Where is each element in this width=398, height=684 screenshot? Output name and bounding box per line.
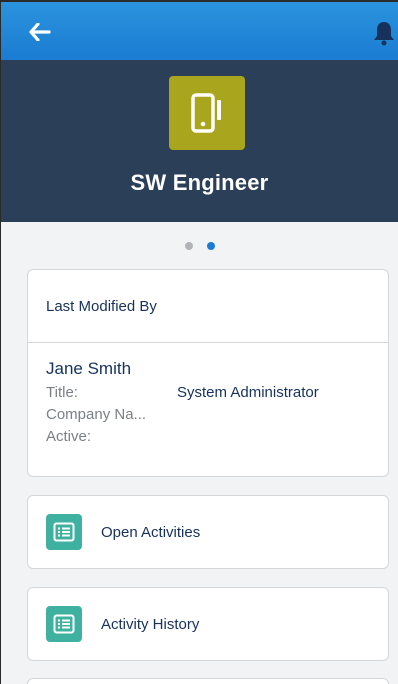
related-list-open-activities[interactable]: Open Activities [27,495,389,569]
related-list-label: Open Activities [101,523,201,541]
field-label: Company Na... [46,406,147,423]
related-list-label: Activity History [101,615,200,633]
page-indicator [1,242,398,250]
back-button[interactable] [25,18,55,46]
top-navigation-bar [1,2,398,60]
list-icon [46,514,82,550]
last-modified-card: Last Modified By Jane Smith Title: Syste… [27,269,389,477]
bell-icon [374,22,394,46]
field-row: Company Na... [46,404,370,426]
mobile-device-icon [191,93,221,133]
user-name-link[interactable]: Jane Smith [46,359,370,379]
card-heading: Last Modified By [28,270,388,343]
field-value: System Administrator [177,384,319,401]
related-list-activity-history[interactable]: Activity History [27,587,389,661]
record-header: SW Engineer [1,60,398,222]
notifications-button[interactable] [369,18,398,48]
field-row: Active: [46,426,370,448]
record-title: SW Engineer [130,170,269,195]
back-arrow-icon [29,23,51,41]
related-list-partial[interactable] [27,678,389,684]
list-icon [46,606,82,642]
field-row: Title: System Administrator [46,382,370,404]
app-frame: SW Engineer Last Modified By Jane Smith … [0,0,398,684]
field-label: Active: [46,428,92,445]
record-type-icon [169,76,245,150]
field-label: Title: [46,384,78,401]
page-dot[interactable] [184,242,193,250]
page-dot-active[interactable] [206,242,215,250]
